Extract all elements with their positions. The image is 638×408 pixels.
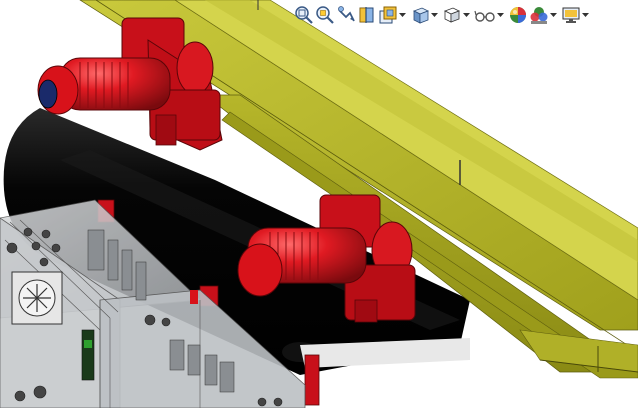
zoom-to-area-button[interactable] (315, 4, 335, 26)
previous-view-icon (338, 6, 355, 22)
graphics-viewport[interactable] (0, 0, 638, 408)
view-settings-button[interactable] (561, 4, 581, 26)
chevron-down-icon (463, 12, 470, 17)
edit-appearance-button[interactable] (508, 4, 528, 26)
display-style-button[interactable] (442, 4, 462, 26)
edit-appearance-sphere-icon (510, 7, 526, 23)
view-settings-dropdown[interactable] (582, 4, 589, 26)
apply-scene-button[interactable] (529, 4, 549, 26)
zoom-to-fit-icon (295, 6, 313, 24)
display-style-icon (444, 7, 460, 23)
view-orientation-dropdown[interactable] (431, 4, 438, 26)
chevron-down-icon (431, 12, 438, 17)
view-orientation-cube-icon (413, 7, 429, 24)
chevron-down-icon (582, 12, 589, 17)
cad-model-scene[interactable] (0, 0, 638, 408)
apply-scene-icon (530, 7, 548, 24)
dynamic-annotation-views-dropdown[interactable] (399, 4, 406, 26)
dynamic-annotation-views-icon (379, 6, 397, 24)
view-orientation-button[interactable] (410, 4, 430, 26)
dynamic-annotation-views-button[interactable] (378, 4, 398, 26)
previous-view-button[interactable] (336, 4, 356, 26)
display-style-dropdown[interactable] (463, 4, 470, 26)
hide-show-items-glasses-icon (474, 10, 495, 22)
hide-show-items-dropdown[interactable] (497, 4, 504, 26)
apply-scene-dropdown[interactable] (550, 4, 557, 26)
section-view-icon (359, 7, 374, 23)
hide-show-items-button[interactable] (474, 4, 496, 26)
zoom-to-fit-button[interactable] (294, 4, 314, 26)
chevron-down-icon (550, 12, 557, 17)
chevron-down-icon (399, 12, 406, 17)
chevron-down-icon (497, 12, 504, 17)
zoom-to-area-icon (316, 6, 334, 24)
section-view-button[interactable] (357, 4, 377, 26)
view-settings-monitor-icon (562, 7, 580, 23)
heads-up-view-toolbar (294, 3, 593, 27)
